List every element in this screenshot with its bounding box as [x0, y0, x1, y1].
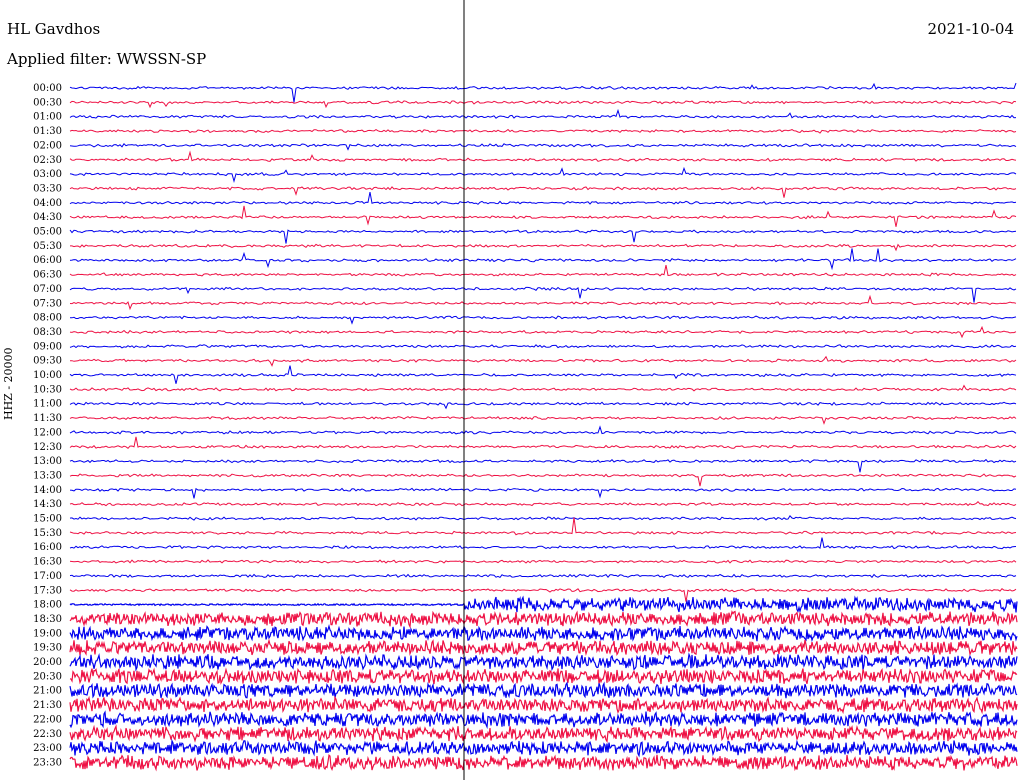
trace-row	[69, 205, 1017, 227]
time-label: 06:00	[33, 255, 62, 266]
time-label: 08:30	[33, 327, 62, 338]
trace-row	[69, 100, 1017, 109]
time-label: 10:00	[33, 370, 62, 381]
trace-row	[69, 143, 1017, 151]
trace-row	[69, 415, 1017, 425]
trace-row	[69, 401, 1017, 410]
trace-row	[69, 638, 1018, 657]
time-label: 00:30	[33, 97, 62, 108]
time-label: 00:00	[33, 83, 62, 94]
trace-row	[69, 108, 1017, 119]
trace-row	[69, 695, 1018, 715]
trace-row	[69, 82, 1017, 103]
trace-row	[69, 738, 1018, 758]
trace-row	[69, 754, 1018, 772]
time-label: 17:00	[33, 571, 62, 582]
time-label: 16:30	[33, 557, 62, 568]
trace-row	[69, 425, 1017, 435]
trace-row	[69, 325, 1017, 339]
trace-row	[69, 286, 1017, 303]
time-label: 14:30	[33, 499, 62, 510]
trace-row	[69, 355, 1017, 367]
time-label: 23:00	[33, 743, 62, 754]
time-label: 09:00	[33, 341, 62, 352]
trace-row	[69, 344, 1017, 349]
time-label: 07:00	[33, 284, 62, 295]
time-label: 15:30	[33, 528, 62, 539]
time-label: 14:00	[33, 485, 62, 496]
time-label: 16:00	[33, 542, 62, 553]
time-label: 09:30	[33, 356, 62, 367]
time-label: 19:00	[33, 628, 62, 639]
trace-row	[69, 384, 1017, 392]
time-label: 06:30	[33, 270, 62, 281]
trace-row	[69, 186, 1017, 198]
time-label: 20:30	[33, 671, 62, 682]
trace-row	[69, 192, 1017, 205]
time-label: 22:30	[33, 729, 62, 740]
trace-row	[69, 128, 1017, 134]
time-label: 01:30	[33, 126, 62, 137]
time-labels: 00:00 00:30 01:00 01:30 02:00 02:30 03:00 03:30…	[33, 83, 62, 768]
time-label: 05:30	[33, 241, 62, 252]
trace-row	[69, 166, 1017, 183]
time-label: 20:00	[33, 657, 62, 668]
time-label: 08:00	[33, 313, 62, 324]
trace-row	[69, 724, 1018, 744]
time-label: 02:00	[33, 140, 62, 151]
trace-row	[69, 623, 1018, 643]
trace-row	[69, 315, 1017, 325]
time-label: 07:30	[33, 298, 62, 309]
time-label: 23:30	[33, 757, 62, 768]
time-label: 04:00	[33, 198, 62, 209]
time-label: 03:30	[33, 183, 62, 194]
time-label: 13:30	[33, 470, 62, 481]
time-label: 12:30	[33, 442, 62, 453]
trace-row	[69, 473, 1017, 487]
time-label: 03:00	[33, 169, 62, 180]
trace-row	[69, 365, 1017, 384]
trace-row	[69, 514, 1017, 521]
time-label: 05:00	[33, 227, 62, 238]
trace-row	[69, 436, 1017, 449]
trace-row	[69, 588, 1017, 602]
trace-row	[69, 710, 1018, 730]
trace-row	[69, 610, 1018, 629]
time-label: 18:00	[33, 600, 62, 611]
trace-row	[69, 294, 1017, 311]
trace-row	[69, 458, 1017, 473]
time-label: 17:30	[33, 585, 62, 596]
time-label: 19:30	[33, 643, 62, 654]
trace-row	[69, 487, 1017, 499]
time-label: 15:00	[33, 514, 62, 525]
trace-row	[69, 500, 1017, 507]
time-label: 01:00	[33, 112, 62, 123]
time-label: 13:00	[33, 456, 62, 467]
trace-row	[69, 537, 1017, 550]
trace-row	[69, 595, 1018, 614]
trace-row	[69, 667, 1018, 685]
time-label: 21:30	[33, 700, 62, 711]
trace-row	[69, 573, 1017, 579]
trace-row	[69, 652, 1018, 672]
time-label: 04:30	[33, 212, 62, 223]
time-label: 22:00	[33, 714, 62, 725]
time-label: 18:30	[33, 614, 62, 625]
time-label: 10:30	[33, 384, 62, 395]
traces	[69, 82, 1018, 772]
seismogram-plot: 00:00 00:30 01:00 01:30 02:00 02:30 03:00 03:30…	[33, 0, 1018, 780]
time-label: 11:30	[33, 413, 62, 424]
trace-row	[70, 243, 1017, 252]
trace-row	[69, 229, 1017, 244]
trace-row	[69, 150, 1017, 162]
trace-row	[69, 264, 1017, 277]
trace-row	[69, 248, 1017, 271]
time-label: 02:30	[33, 155, 62, 166]
trace-row	[69, 681, 1018, 699]
time-label: 21:00	[33, 686, 62, 697]
trace-row	[69, 559, 1017, 564]
time-label: 12:00	[33, 427, 62, 438]
time-label: 11:00	[33, 399, 62, 410]
